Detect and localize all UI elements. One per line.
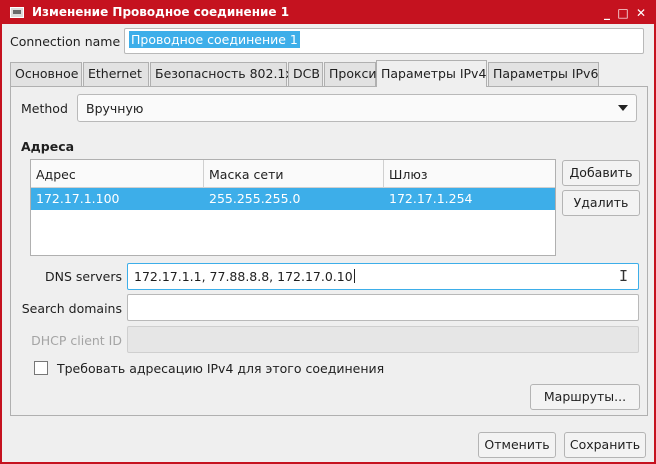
network-connection-icon [10, 7, 24, 18]
dns-servers-value: 172.17.1.1, 77.88.8.8, 172.17.0.10 [134, 269, 353, 284]
tab-ipv6[interactable]: Параметры IPv6 [488, 62, 599, 86]
table-row[interactable]: 172.17.1.100 255.255.255.0 172.17.1.254 [31, 188, 555, 210]
method-label: Method [21, 101, 68, 116]
tab-ethernet[interactable]: Ethernet [83, 62, 149, 86]
require-ipv4-checkbox-row[interactable]: Требовать адресацию IPv4 для этого соеди… [34, 361, 384, 376]
window-title: Изменение Проводное соединение 1 [32, 5, 290, 19]
close-icon[interactable]: ✕ [632, 4, 650, 22]
edit-connection-dialog: Изменение Проводное соединение 1 _ □ ✕ C… [0, 0, 656, 464]
search-domains-label: Search domains [21, 301, 122, 316]
tab-general[interactable]: Основное [10, 62, 82, 86]
addresses-table[interactable]: Адрес Маска сети Шлюз 172.17.1.100 255.2… [30, 159, 556, 256]
text-caret [353, 269, 355, 283]
add-address-button[interactable]: Добавить [562, 160, 640, 186]
dns-servers-label: DNS servers [45, 269, 122, 284]
require-ipv4-label: Требовать адресацию IPv4 для этого соеди… [56, 361, 385, 376]
row-netmask: 255.255.255.0 [209, 191, 301, 206]
dns-servers-input[interactable]: 172.17.1.1, 77.88.8.8, 172.17.0.10 [127, 263, 639, 290]
row-gateway: 172.17.1.254 [389, 191, 473, 206]
tab-proxy[interactable]: Прокси [324, 62, 377, 86]
cancel-button[interactable]: Отменить [478, 432, 556, 458]
method-value: Вручную [86, 101, 144, 116]
tab-dcb[interactable]: DCB [288, 62, 323, 86]
column-address[interactable]: Адрес [31, 160, 204, 187]
connection-name-value: Проводное соединение 1 [129, 31, 300, 48]
addresses-heading: Адреса [21, 139, 75, 154]
search-domains-input[interactable] [127, 294, 639, 321]
text-cursor-icon: I [619, 267, 629, 285]
connection-name-input[interactable]: Проводное соединение 1 [124, 28, 644, 54]
column-gateway[interactable]: Шлюз [384, 160, 555, 187]
remove-address-button[interactable]: Удалить [562, 190, 640, 216]
tab-security-8021x[interactable]: Безопасность 802.1x [150, 62, 293, 86]
connection-name-label: Connection name [10, 34, 121, 49]
row-address: 172.17.1.100 [36, 191, 120, 206]
tab-ipv4[interactable]: Параметры IPv4 [376, 60, 487, 87]
column-netmask[interactable]: Маска сети [204, 160, 384, 187]
dhcp-client-id-input [127, 326, 639, 353]
maximize-icon[interactable]: □ [614, 4, 632, 22]
method-select[interactable]: Вручную [77, 94, 637, 122]
save-button[interactable]: Сохранить [564, 432, 646, 458]
dhcp-client-id-label: DHCP client ID [31, 333, 122, 348]
routes-button[interactable]: Маршруты... [530, 384, 640, 410]
require-ipv4-checkbox[interactable] [34, 361, 48, 375]
dropdown-arrow-icon [618, 105, 628, 111]
title-bar[interactable]: Изменение Проводное соединение 1 _ □ ✕ [2, 2, 654, 24]
addresses-table-header: Адрес Маска сети Шлюз [31, 160, 555, 188]
